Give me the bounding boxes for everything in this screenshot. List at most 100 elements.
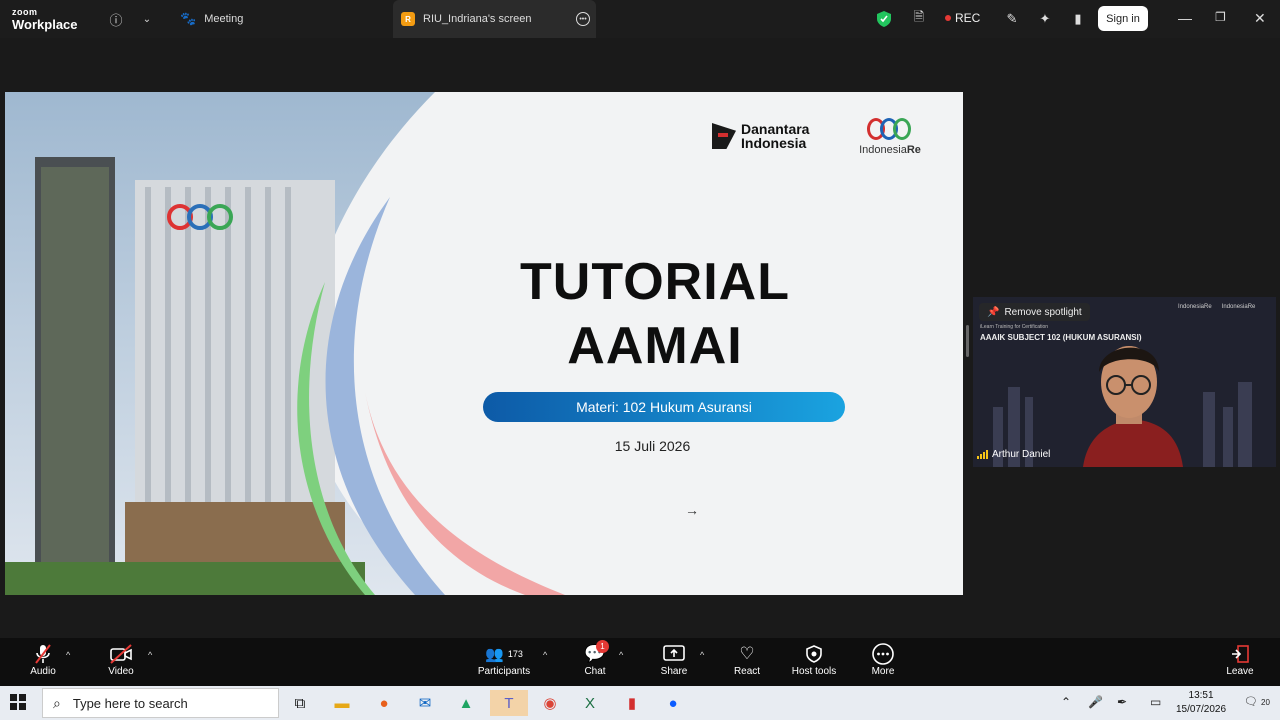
video-label: Video [108, 666, 134, 677]
indonesiare-label: IndonesiaRe [859, 144, 921, 156]
chat-icon-wrap: 💬 1 [582, 640, 609, 666]
windows-start-icon[interactable] [10, 694, 26, 715]
tab-meeting-label: Meeting [204, 13, 244, 25]
logo-bottom: Workplace [12, 17, 78, 32]
host-tools-button[interactable]: Host tools [788, 642, 840, 677]
rec-label: REC [955, 11, 981, 25]
audio-options-caret-icon[interactable]: ^ [66, 650, 70, 660]
sign-in-button[interactable]: Sign in [1098, 6, 1148, 31]
recording-indicator[interactable]: REC [945, 11, 980, 25]
rec-dot [945, 15, 951, 21]
participants-icon-wrap: 👥 173 [476, 642, 532, 666]
danantara-logo-text: Danantara Indonesia [741, 121, 810, 151]
taskbar-search[interactable]: ⌕ Type here to search [42, 688, 279, 718]
chat-options-caret-icon[interactable]: ^ [619, 650, 623, 660]
tray-overflow-icon[interactable]: ⌃ [1061, 695, 1071, 709]
chat-unread-badge: 1 [596, 640, 609, 653]
windows-taskbar: ⌕ Type here to search ⧉ ▬ ● ✉ ▲ T ◉ X ▮ … [0, 686, 1280, 720]
title-line-1: TUTORIAL [520, 253, 790, 311]
remove-spotlight-button[interactable]: 📌 Remove spotlight [979, 303, 1090, 321]
title-line-2: AAMAI [567, 317, 743, 375]
camera-off-icon [105, 642, 137, 666]
meeting-stage: Danantara Indonesia IndonesiaRe TUTORIAL… [0, 38, 1280, 638]
slide-title: TUTORIAL AAMAI [485, 250, 825, 378]
participant-video[interactable]: 📌 Remove spotlight IndonesiaRe Indonesia… [973, 297, 1276, 467]
leave-label: Leave [1226, 666, 1254, 677]
shield-icon[interactable] [874, 9, 894, 29]
close-icon[interactable]: ✕ [1254, 10, 1266, 27]
chat-button[interactable]: 💬 1 Chat [582, 640, 609, 677]
react-button[interactable]: ♡ React [732, 642, 762, 677]
annotate-icon[interactable]: ✎ [1002, 9, 1022, 29]
heart-icon: ♡ [739, 644, 755, 663]
danantara-mark-icon [712, 123, 736, 149]
leave-door-icon [1224, 642, 1256, 666]
meeting-toolbar: Audio ^ Video ^ 👥 173 Participants ^ 💬 1… [0, 638, 1280, 686]
task-view-icon[interactable]: ⧉ [286, 690, 314, 716]
participant-name: Arthur Daniel [992, 449, 1051, 460]
zoom-workplace-logo: zoom Workplace [12, 7, 78, 32]
pin-icon: 📌 [987, 306, 1000, 318]
participants-button[interactable]: 👥 173 Participants [476, 642, 532, 677]
search-icon: ⌕ [53, 694, 61, 711]
teams-icon[interactable]: T [490, 690, 528, 716]
audio-button[interactable]: Audio [28, 642, 58, 677]
chrome-icon[interactable]: ◉ [536, 690, 564, 716]
firefox-icon[interactable]: ● [370, 690, 398, 716]
video-subtitle-small: iLearn Training for Certification [980, 324, 1049, 330]
taskbar-clock[interactable]: 13:51 15/07/2026 [1176, 689, 1226, 717]
video-background [973, 297, 1276, 467]
video-logos: IndonesiaRe IndonesiaRe [1178, 304, 1255, 310]
logo-top: zoom [12, 7, 38, 17]
zoom-app-icon[interactable]: ● [659, 690, 687, 716]
outlook-icon[interactable]: ✉ [411, 690, 439, 716]
leave-button[interactable]: Leave [1224, 642, 1256, 677]
video-logo-b: IndonesiaRe [1221, 304, 1256, 310]
minimize-icon[interactable]: — [1178, 10, 1192, 26]
share-label: Share [660, 666, 688, 677]
google-drive-icon[interactable]: ▲ [452, 690, 480, 716]
restore-icon[interactable]: ❐ [1215, 10, 1226, 24]
more-icon [866, 642, 900, 666]
more-options-icon[interactable]: ••• [576, 12, 590, 26]
acrobat-icon[interactable]: ▮ [618, 690, 646, 716]
more-button[interactable]: More [866, 642, 900, 677]
microphone-tray-icon[interactable]: 🎤 [1088, 695, 1103, 709]
participants-options-caret-icon[interactable]: ^ [543, 650, 547, 660]
clock-date: 15/07/2026 [1176, 704, 1227, 715]
more-label: More [871, 666, 895, 677]
slide-date: 15 Juli 2026 [614, 438, 691, 454]
tab-shared-screen-label: RIU_Indriana's screen [423, 13, 532, 25]
ai-companion-icon[interactable]: ✦ [1035, 9, 1055, 29]
subject-pill: Materi: 102 Hukum Asuransi [483, 392, 845, 422]
participants-count: 173 [507, 649, 523, 659]
file-explorer-icon[interactable]: ▬ [328, 690, 356, 716]
video-subtitle: AAAIK SUBJECT 102 (HUKUM ASURANSI) [980, 333, 1142, 342]
participants-icon: 👥 [485, 646, 504, 663]
tab-shared-screen[interactable]: R RIU_Indriana's screen ••• [393, 0, 596, 38]
network-tray-icon[interactable]: ▭ [1150, 695, 1161, 709]
notes-icon[interactable]: 🗎 [909, 9, 929, 29]
notification-count: 20 [1261, 698, 1270, 707]
danantara-logo: Danantara Indonesia [712, 122, 851, 150]
tab-badge: R [401, 12, 415, 26]
participants-label: Participants [477, 666, 531, 677]
tab-meeting[interactable]: 🐾 Meeting [180, 0, 243, 38]
video-options-caret-icon[interactable]: ^ [148, 650, 152, 660]
info-icon[interactable]: ⓘ [106, 9, 126, 29]
pen-tray-icon[interactable]: ✒ [1117, 695, 1127, 709]
indonesiare-logo: IndonesiaRe [850, 118, 930, 156]
excel-icon[interactable]: X [576, 690, 604, 716]
arrow-right-icon: → [685, 502, 699, 518]
share-button[interactable]: Share [659, 642, 689, 677]
audio-label: Audio [30, 666, 56, 677]
remove-spotlight-label: Remove spotlight [1004, 306, 1082, 318]
signal-bars-icon [977, 450, 988, 459]
panel-resize-handle[interactable] [966, 325, 969, 357]
notification-center[interactable]: 🗨 20 [1244, 695, 1270, 708]
chevron-down-icon[interactable]: ⌄ [137, 9, 157, 29]
title-bar: zoom Workplace ⓘ ⌄ 🐾 Meeting R RIU_Indri… [0, 0, 1280, 38]
view-icon[interactable]: ▮ [1068, 9, 1088, 29]
share-options-caret-icon[interactable]: ^ [700, 650, 704, 660]
video-button[interactable]: Video [105, 642, 137, 677]
